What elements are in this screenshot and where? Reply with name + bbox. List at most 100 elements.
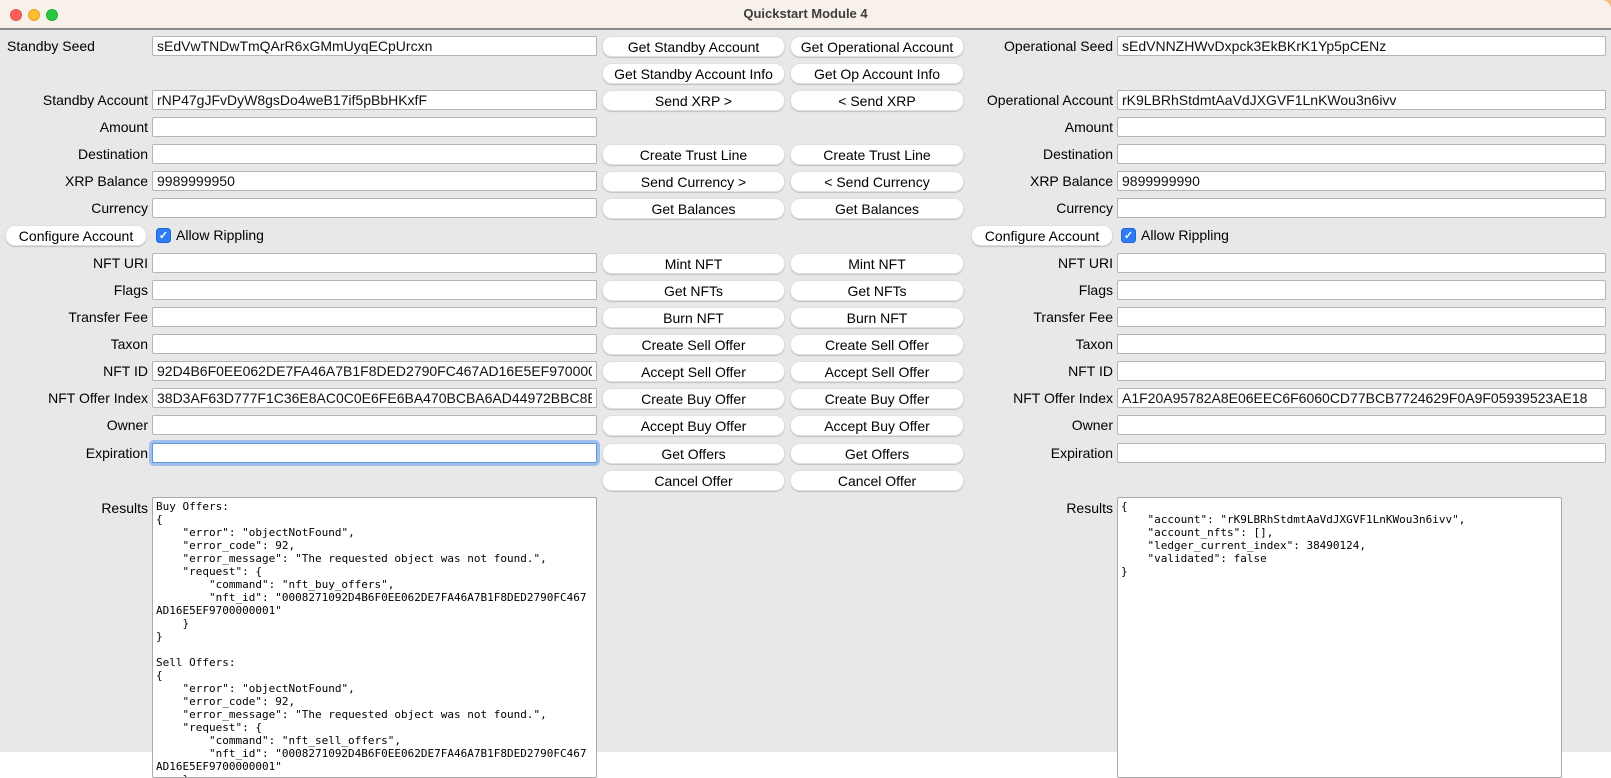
operational-transfer-fee-input[interactable] [1117,307,1606,327]
operational-get-balances-button[interactable]: Get Balances [790,198,964,219]
standby-destination-input[interactable] [152,144,597,164]
operational-transfer-fee-label: Transfer Fee [965,307,1113,327]
titlebar: Quickstart Module 4 [0,0,1611,30]
operational-create-buy-offer-button[interactable]: Create Buy Offer [790,388,964,409]
standby-expiration-input[interactable] [152,443,597,463]
send-xrp-right-button[interactable]: Send XRP > [602,90,785,111]
standby-currency-input[interactable] [152,198,597,218]
operational-allow-rippling-label: Allow Rippling [1141,225,1229,245]
operational-owner-input[interactable] [1117,415,1606,435]
standby-amount-input[interactable] [152,117,597,137]
standby-get-nfts-button[interactable]: Get NFTs [602,280,785,301]
operational-accept-buy-offer-button[interactable]: Accept Buy Offer [790,415,964,436]
operational-nft-id-input[interactable] [1117,361,1606,381]
operational-results-textarea[interactable]: { "account": "rK9LBRhStdmtAaVdJXGVF1LnKW… [1117,497,1562,778]
standby-create-trust-line-button[interactable]: Create Trust Line [602,144,785,165]
operational-destination-input[interactable] [1117,144,1606,164]
operational-cancel-offer-button[interactable]: Cancel Offer [790,470,964,491]
standby-transfer-fee-label: Transfer Fee [0,307,148,327]
standby-seed-input[interactable] [152,36,597,56]
operational-seed-input[interactable] [1117,36,1606,56]
operational-xrp-balance-label: XRP Balance [965,171,1113,191]
operational-create-trust-line-button[interactable]: Create Trust Line [790,144,964,165]
standby-expiration-label: Expiration [0,443,148,463]
standby-amount-label: Amount [0,117,148,137]
standby-mint-nft-button[interactable]: Mint NFT [602,253,785,274]
standby-account-label: Standby Account [0,90,148,110]
standby-nft-uri-label: NFT URI [0,253,148,273]
standby-burn-nft-button[interactable]: Burn NFT [602,307,785,328]
standby-taxon-label: Taxon [0,334,148,354]
app-window: Quickstart Module 4 Standby Seed Standby… [0,0,1611,778]
operational-xrp-balance-input[interactable] [1117,171,1606,191]
standby-transfer-fee-input[interactable] [152,307,597,327]
operational-allow-rippling-checkbox[interactable]: ✓ [1121,228,1136,243]
standby-account-input[interactable] [152,90,597,110]
send-currency-left-button[interactable]: < Send Currency [790,171,964,192]
standby-results-label: Results [0,498,148,518]
operational-account-input[interactable] [1117,90,1606,110]
operational-nft-offer-index-input[interactable] [1117,388,1606,408]
send-currency-right-button[interactable]: Send Currency > [602,171,785,192]
operational-nft-uri-input[interactable] [1117,253,1606,273]
operational-amount-input[interactable] [1117,117,1606,137]
operational-create-sell-offer-button[interactable]: Create Sell Offer [790,334,964,355]
operational-currency-input[interactable] [1117,198,1606,218]
operational-expiration-input[interactable] [1117,443,1606,463]
operational-flags-label: Flags [965,280,1113,300]
standby-flags-input[interactable] [152,280,597,300]
get-standby-account-button[interactable]: Get Standby Account [602,36,785,57]
send-xrp-left-button[interactable]: < Send XRP [790,90,964,111]
operational-burn-nft-button[interactable]: Burn NFT [790,307,964,328]
operational-seed-label: Operational Seed [965,36,1113,56]
operational-expiration-label: Expiration [965,443,1113,463]
operational-currency-label: Currency [965,198,1113,218]
standby-nft-offer-index-input[interactable] [152,388,597,408]
standby-nft-id-input[interactable] [152,361,597,381]
window-title: Quickstart Module 4 [0,0,1611,28]
standby-nft-offer-index-label: NFT Offer Index [0,388,148,408]
standby-create-buy-offer-button[interactable]: Create Buy Offer [602,388,785,409]
standby-cancel-offer-button[interactable]: Cancel Offer [602,470,785,491]
operational-taxon-label: Taxon [965,334,1113,354]
get-standby-account-info-button[interactable]: Get Standby Account Info [602,63,785,84]
operational-get-offers-button[interactable]: Get Offers [790,443,964,464]
standby-configure-account-button[interactable]: Configure Account [5,225,147,246]
standby-nft-id-label: NFT ID [0,361,148,381]
standby-owner-label: Owner [0,415,148,435]
standby-owner-input[interactable] [152,415,597,435]
checkmark-icon: ✓ [159,230,168,242]
standby-accept-sell-offer-button[interactable]: Accept Sell Offer [602,361,785,382]
standby-flags-label: Flags [0,280,148,300]
get-op-account-info-button[interactable]: Get Op Account Info [790,63,964,84]
operational-destination-label: Destination [965,144,1113,164]
standby-results-textarea[interactable]: Buy Offers: { "error": "objectNotFound",… [152,497,597,778]
operational-account-label: Operational Account [965,90,1113,110]
standby-allow-rippling-label: Allow Rippling [176,225,264,245]
operational-configure-account-button[interactable]: Configure Account [971,225,1113,246]
get-operational-account-button[interactable]: Get Operational Account [790,36,964,57]
operational-accept-sell-offer-button[interactable]: Accept Sell Offer [790,361,964,382]
standby-get-offers-button[interactable]: Get Offers [602,443,785,464]
operational-amount-label: Amount [965,117,1113,137]
standby-taxon-input[interactable] [152,334,597,354]
standby-nft-uri-input[interactable] [152,253,597,273]
operational-flags-input[interactable] [1117,280,1606,300]
operational-nft-id-label: NFT ID [965,361,1113,381]
operational-nft-offer-index-label: NFT Offer Index [965,388,1113,408]
operational-nft-uri-label: NFT URI [965,253,1113,273]
standby-currency-label: Currency [0,198,148,218]
standby-allow-rippling-checkbox[interactable]: ✓ [156,228,171,243]
standby-xrp-balance-input[interactable] [152,171,597,191]
standby-create-sell-offer-button[interactable]: Create Sell Offer [602,334,785,355]
operational-owner-label: Owner [965,415,1113,435]
operational-get-nfts-button[interactable]: Get NFTs [790,280,964,301]
standby-destination-label: Destination [0,144,148,164]
standby-accept-buy-offer-button[interactable]: Accept Buy Offer [602,415,785,436]
checkmark-icon: ✓ [1124,230,1133,242]
standby-xrp-balance-label: XRP Balance [0,171,148,191]
standby-get-balances-button[interactable]: Get Balances [602,198,785,219]
operational-mint-nft-button[interactable]: Mint NFT [790,253,964,274]
operational-results-label: Results [965,498,1113,518]
operational-taxon-input[interactable] [1117,334,1606,354]
